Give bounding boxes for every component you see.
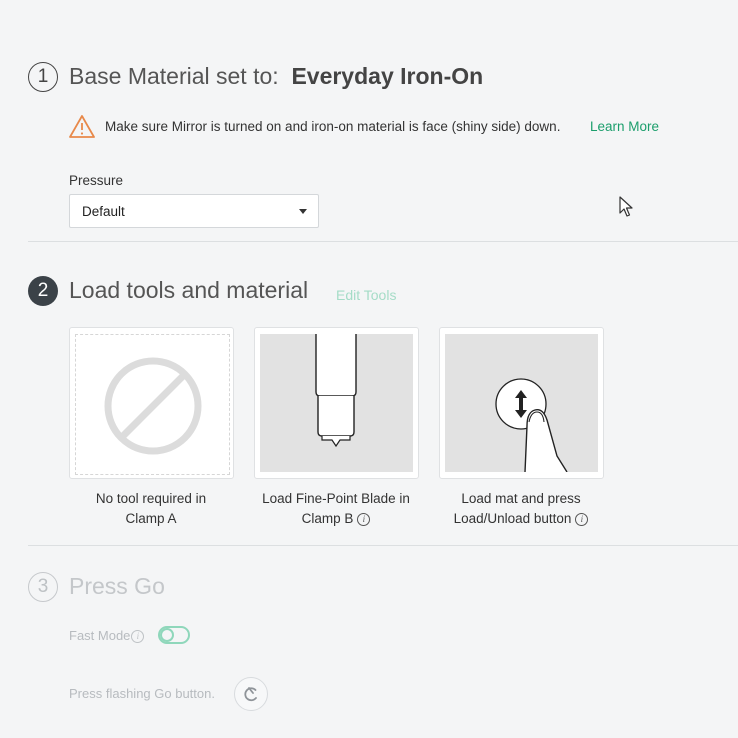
mirror-warning-text: Make sure Mirror is turned on and iron-o… [105, 119, 561, 134]
caption-line: Clamp A [125, 511, 177, 526]
step-3-number-text: 3 [37, 576, 49, 597]
warning-icon [69, 115, 95, 138]
learn-more-link[interactable]: Learn More [590, 119, 659, 134]
step-3-number: 3 [28, 572, 58, 602]
step-1-number: 1 [28, 62, 58, 92]
step-2-number: 2 [28, 276, 58, 306]
fast-mode-toggle[interactable] [158, 626, 190, 644]
no-tool-icon [104, 357, 202, 455]
fast-mode-label-text: Fast Mode [69, 628, 131, 643]
section-divider-2 [28, 545, 738, 546]
clamp-a-caption: No tool required in Clamp A [61, 489, 241, 529]
go-instruction-text: Press flashing Go button. [69, 686, 215, 701]
caption-line: Load Fine-Point Blade in [262, 491, 410, 506]
tool-card-load-mat [439, 327, 604, 479]
card-image-area [75, 334, 230, 475]
section-divider-1 [28, 241, 738, 242]
pressure-select-value: Default [82, 203, 125, 219]
info-icon[interactable]: i [131, 630, 145, 644]
fast-mode-label: Fast Mode i [69, 628, 145, 644]
caption-line: Clamp B [301, 511, 354, 526]
edit-tools-link[interactable]: Edit Tools [336, 287, 396, 303]
chevron-down-icon [299, 209, 307, 214]
step-1-number-text: 1 [37, 66, 49, 87]
step-1-title-prefix: Base Material set to: [69, 63, 279, 89]
load-mat-caption: Load mat and press Load/Unload button i [431, 489, 611, 529]
step-2-title: Load tools and material [69, 277, 309, 303]
info-icon[interactable]: i [357, 512, 371, 526]
step-3-title: Press Go [69, 573, 165, 599]
card-image-area [260, 334, 413, 472]
card-image-area [445, 334, 598, 472]
step-2-number-text: 2 [37, 280, 49, 301]
go-button[interactable] [234, 677, 268, 711]
toggle-knob [160, 628, 174, 642]
caption-line: No tool required in [95, 491, 207, 506]
tool-card-clamp-b [254, 327, 419, 479]
pressure-label: Pressure [69, 173, 124, 188]
info-icon[interactable]: i [575, 512, 589, 526]
caption-line: Load/Unload button [453, 511, 572, 526]
step-1-title: Base Material set to: Everyday Iron-On [69, 63, 483, 90]
mouse-cursor-icon [619, 196, 633, 217]
caption-line-with-info: Clamp Bi [246, 509, 426, 529]
caption-line-with-info: Load/Unload button i [431, 509, 611, 529]
load-unload-press-icon [495, 378, 568, 472]
tool-card-clamp-a [69, 327, 234, 479]
base-material-name: Everyday Iron-On [291, 63, 484, 89]
fine-point-blade-icon [315, 334, 357, 448]
pressure-select[interactable]: Default [69, 194, 319, 228]
go-icon [244, 687, 257, 702]
caption-line: Load mat and press [461, 491, 581, 506]
clamp-b-caption: Load Fine-Point Blade in Clamp Bi [246, 489, 426, 529]
